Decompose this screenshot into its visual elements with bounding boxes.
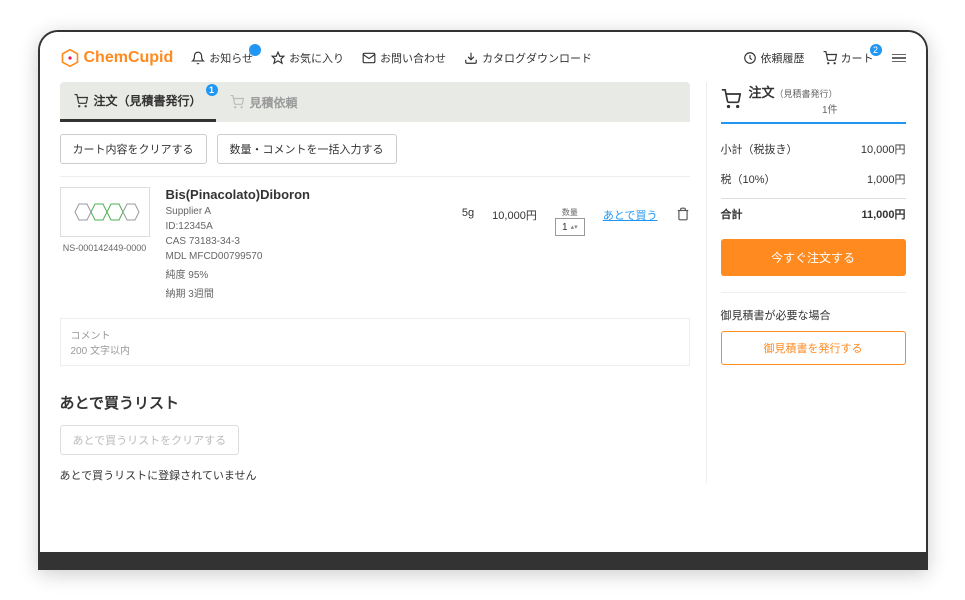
history-icon bbox=[743, 51, 757, 65]
logo-icon bbox=[60, 48, 80, 68]
tab-quote[interactable]: 見積依頼 bbox=[216, 82, 312, 122]
clear-later-button[interactable]: あとで買うリストをクリアする bbox=[60, 425, 240, 455]
mail-icon bbox=[362, 51, 376, 65]
nav-catalog[interactable]: カタログダウンロード bbox=[464, 50, 592, 66]
header: ChemCupid お知らせ お気に入り お問い合わせ カタログダウンロード 依… bbox=[60, 48, 906, 82]
cart-icon bbox=[823, 51, 837, 65]
product-name: Bis(Pinacolato)Diboron bbox=[166, 187, 446, 202]
nav: お知らせ お気に入り お問い合わせ カタログダウンロード bbox=[191, 50, 592, 66]
product-price: 10,000円 bbox=[492, 207, 537, 223]
order-now-button[interactable]: 今すぐ注文する bbox=[721, 239, 906, 276]
main-content: 注文（見積書発行） 1 見積依頼 カート内容をクリアする 数量・コメントを一括入… bbox=[60, 82, 690, 483]
nav-news[interactable]: お知らせ bbox=[191, 50, 253, 66]
nav-cart[interactable]: カート 2 bbox=[823, 50, 874, 66]
comment-label: コメント bbox=[71, 327, 679, 342]
cart-icon bbox=[721, 89, 741, 109]
product-id: ID:12345A bbox=[166, 221, 446, 232]
comment-box[interactable]: コメント 200 文字以内 bbox=[60, 318, 690, 366]
cart-badge: 2 bbox=[870, 44, 882, 56]
summary-header: 注文（見積書発行） 1件 bbox=[721, 82, 906, 124]
issue-quote-button[interactable]: 御見積書を発行する bbox=[721, 331, 906, 365]
product-mdl: MDL MFCD00799570 bbox=[166, 251, 446, 262]
nav-cart-label: カート bbox=[841, 50, 874, 66]
later-empty-text: あとで買うリストに登録されていません bbox=[60, 467, 690, 483]
product-leadtime: 納期 3週間 bbox=[166, 285, 446, 300]
qty-box: 数量 1 ▴▾ bbox=[555, 207, 585, 236]
download-icon bbox=[464, 51, 478, 65]
subtotal-label: 小計（税抜き） bbox=[721, 141, 798, 157]
clear-cart-button[interactable]: カート内容をクリアする bbox=[60, 134, 207, 164]
summary-title: 注文 bbox=[749, 85, 775, 100]
logo[interactable]: ChemCupid bbox=[60, 48, 174, 68]
molecule-image[interactable] bbox=[60, 187, 150, 237]
product-sku: NS-000142449-0000 bbox=[63, 243, 147, 253]
summary-panel: 注文（見積書発行） 1件 小計（税抜き） 10,000円 税（10%） 1,00… bbox=[706, 82, 906, 483]
nav-history[interactable]: 依頼履歴 bbox=[743, 50, 805, 66]
later-section: あとで買うリスト あとで買うリストをクリアする あとで買うリストに登録されていま… bbox=[60, 392, 690, 483]
tabs: 注文（見積書発行） 1 見積依頼 bbox=[60, 82, 690, 122]
news-badge bbox=[249, 44, 261, 56]
total-label: 合計 bbox=[721, 206, 743, 222]
cart-icon bbox=[230, 95, 244, 109]
nav-news-label: お知らせ bbox=[209, 50, 253, 66]
star-icon bbox=[271, 51, 285, 65]
bell-icon bbox=[191, 51, 205, 65]
product-purity: 純度 95% bbox=[166, 266, 446, 281]
tab-order-label: 注文（見積書発行） bbox=[94, 92, 202, 109]
qty-label: 数量 bbox=[562, 207, 578, 218]
qty-stepper[interactable]: 1 ▴▾ bbox=[555, 218, 585, 236]
product-info: Bis(Pinacolato)Diboron Supplier A ID:123… bbox=[166, 187, 446, 300]
product-right: 5g 10,000円 数量 1 ▴▾ あとで買う bbox=[462, 187, 690, 300]
product-supplier: Supplier A bbox=[166, 206, 446, 217]
nav-right: 依頼履歴 カート 2 bbox=[743, 50, 906, 66]
product-cas: CAS 73183-34-3 bbox=[166, 236, 446, 247]
subtotal-value: 10,000円 bbox=[861, 141, 906, 157]
product-image-col: NS-000142449-0000 bbox=[60, 187, 150, 300]
total-row: 合計 11,000円 bbox=[721, 198, 906, 229]
nav-contact-label: お問い合わせ bbox=[380, 50, 446, 66]
molecule-icon bbox=[65, 194, 145, 230]
tax-row: 税（10%） 1,000円 bbox=[721, 164, 906, 194]
tax-value: 1,000円 bbox=[867, 171, 906, 187]
delete-icon[interactable] bbox=[676, 207, 690, 221]
tab-order[interactable]: 注文（見積書発行） 1 bbox=[60, 82, 216, 122]
quote-section: 御見積書が必要な場合 御見積書を発行する bbox=[721, 292, 906, 365]
nav-history-label: 依頼履歴 bbox=[761, 50, 805, 66]
summary-count: 1件 bbox=[749, 101, 838, 116]
menu-icon[interactable] bbox=[892, 54, 906, 63]
total-value: 11,000円 bbox=[861, 206, 905, 222]
product-row: NS-000142449-0000 Bis(Pinacolato)Diboron… bbox=[60, 176, 690, 310]
buy-later-link[interactable]: あとで買う bbox=[603, 207, 658, 223]
cart-actions: カート内容をクリアする 数量・コメントを一括入力する bbox=[60, 122, 690, 176]
nav-contact[interactable]: お問い合わせ bbox=[362, 50, 446, 66]
product-size: 5g bbox=[462, 207, 474, 219]
nav-fav-label: お気に入り bbox=[289, 50, 344, 66]
comment-limit: 200 文字以内 bbox=[71, 342, 679, 357]
later-title: あとで買うリスト bbox=[60, 392, 690, 413]
summary-sub: （見積書発行） bbox=[775, 89, 838, 99]
logo-text: ChemCupid bbox=[84, 49, 174, 67]
tax-label: 税（10%） bbox=[721, 171, 776, 187]
tab-quote-label: 見積依頼 bbox=[250, 94, 298, 111]
subtotal-row: 小計（税抜き） 10,000円 bbox=[721, 134, 906, 164]
nav-favorites[interactable]: お気に入り bbox=[271, 50, 344, 66]
quote-note: 御見積書が必要な場合 bbox=[721, 307, 906, 323]
nav-catalog-label: カタログダウンロード bbox=[482, 50, 592, 66]
bulk-input-button[interactable]: 数量・コメントを一括入力する bbox=[217, 134, 397, 164]
cart-icon bbox=[74, 94, 88, 108]
